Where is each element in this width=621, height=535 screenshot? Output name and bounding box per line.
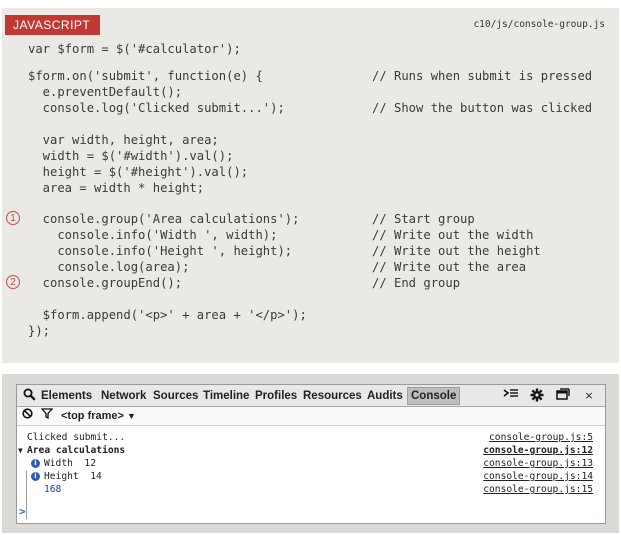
console-info-row: i Height 14 console-group.js:14 (17, 470, 605, 483)
code-line: $form.append('<p>' + area + '</p>'); (2, 307, 619, 323)
code-text: }); (28, 324, 51, 338)
code-line: e.preventDefault(); (2, 84, 619, 100)
code-line: var $form = $('#calculator'); (2, 41, 619, 57)
frame-selector[interactable]: <top frame> (61, 408, 124, 424)
tab-timeline[interactable]: Timeline (203, 388, 249, 404)
code-line: area = width * height; (2, 180, 619, 196)
gear-icon[interactable] (529, 388, 545, 404)
code-text: console.info('Height ', height); (28, 244, 293, 258)
filter-icon[interactable] (39, 408, 55, 424)
log-message: Clicked submit... (27, 432, 126, 443)
log-source-link[interactable]: console-group.js:5 (489, 431, 593, 444)
log-message: Width 12 (44, 458, 96, 469)
console-group-row[interactable]: ▼ Area calculations console-group.js:12 (17, 444, 605, 457)
code-text: console.info('Width ', width); (28, 228, 278, 242)
step-marker-1: 1 (6, 211, 20, 225)
code-text: console.group('Area calculations'); (28, 212, 300, 226)
console-info-row: i Width 12 console-group.js:13 (17, 457, 605, 470)
code-comment: // End group (372, 276, 461, 290)
code-line: console.log(area); // Write out the area (2, 259, 619, 275)
code-comment: // Write out the height (372, 244, 541, 258)
info-icon: i (31, 472, 40, 481)
code-comment: // Show the button was clicked (372, 101, 593, 115)
code-text: console.log('Clicked submit...'); (28, 101, 285, 115)
code-text: var width, height, area; (28, 133, 219, 147)
group-label: Area calculations (27, 445, 126, 456)
expand-triangle-icon[interactable]: ▼ (18, 444, 23, 457)
tab-console[interactable]: Console (407, 387, 461, 405)
log-source-link[interactable]: console-group.js:15 (483, 483, 593, 496)
code-line: console.log('Clicked submit...'); // Sho… (2, 100, 619, 116)
step-marker-2: 2 (6, 275, 20, 289)
tab-profiles[interactable]: Profiles (255, 388, 297, 404)
code-comment: // Write out the width (372, 228, 534, 242)
code-text: console.groupEnd(); (28, 276, 183, 290)
log-source-link[interactable]: console-group.js:12 (483, 444, 593, 457)
code-text: area = width * height; (28, 181, 205, 195)
devtools-tabbar: Elements Network Sources Timeline Profil… (17, 385, 605, 407)
code-text: var $form = $('#calculator'); (28, 42, 241, 56)
clear-console-icon[interactable] (19, 408, 35, 424)
info-icon: i (31, 459, 40, 468)
devtools-window: Elements Network Sources Timeline Profil… (16, 384, 606, 524)
tab-audits[interactable]: Audits (367, 388, 403, 404)
tab-elements[interactable]: Elements (41, 388, 92, 404)
code-block: var $form = $('#calculator'); $form.on('… (2, 8, 619, 363)
console-log-row: 168 console-group.js:15 (17, 483, 605, 496)
code-line: width = $('#width').val(); (2, 148, 619, 164)
log-number-value: 168 (44, 484, 62, 495)
tab-resources[interactable]: Resources (303, 388, 362, 404)
close-icon[interactable]: × (581, 388, 597, 404)
search-icon[interactable] (21, 388, 37, 404)
tab-network[interactable]: Network (101, 388, 146, 404)
code-line: $form.on('submit', function(e) { // Runs… (2, 68, 619, 84)
chevron-down-icon[interactable]: ▼ (127, 408, 136, 424)
code-text: height = $('#height').val(); (28, 165, 249, 179)
code-line: console.info('Height ', height); // Writ… (2, 243, 619, 259)
code-text: $form.append('<p>' + area + '</p>'); (28, 308, 307, 322)
tab-sources[interactable]: Sources (153, 388, 198, 404)
execute-icon[interactable] (503, 388, 519, 404)
code-line: }); (2, 323, 619, 339)
prompt-icon[interactable]: > (19, 505, 26, 518)
code-text: console.log(area); (28, 260, 190, 274)
log-message: Height 14 (44, 471, 102, 482)
console-filter-bar: <top frame> ▼ (17, 407, 605, 426)
code-line: 1 console.group('Area calculations'); //… (2, 211, 619, 227)
code-line: height = $('#height').val(); (2, 164, 619, 180)
code-line: var width, height, area; (2, 132, 619, 148)
code-text: width = $('#width').val(); (28, 149, 234, 163)
console-log-row: Clicked submit... console-group.js:5 (17, 431, 605, 444)
code-comment: // Start group (372, 212, 475, 226)
code-comment: // Runs when submit is pressed (372, 69, 593, 83)
log-source-link[interactable]: console-group.js:14 (483, 470, 593, 483)
code-line: console.info('Width ', width); // Write … (2, 227, 619, 243)
dock-icon[interactable] (555, 388, 571, 404)
log-source-link[interactable]: console-group.js:13 (483, 457, 593, 470)
code-line: 2 console.groupEnd(); // End group (2, 275, 619, 291)
console-screenshot-panel: Elements Network Sources Timeline Profil… (2, 374, 619, 533)
code-text: $form.on('submit', function(e) { (28, 69, 263, 83)
code-comment: // Write out the area (372, 260, 527, 274)
code-listing-panel: JAVASCRIPT c10/js/console-group.js var $… (2, 8, 619, 363)
code-text: e.preventDefault(); (28, 85, 183, 99)
